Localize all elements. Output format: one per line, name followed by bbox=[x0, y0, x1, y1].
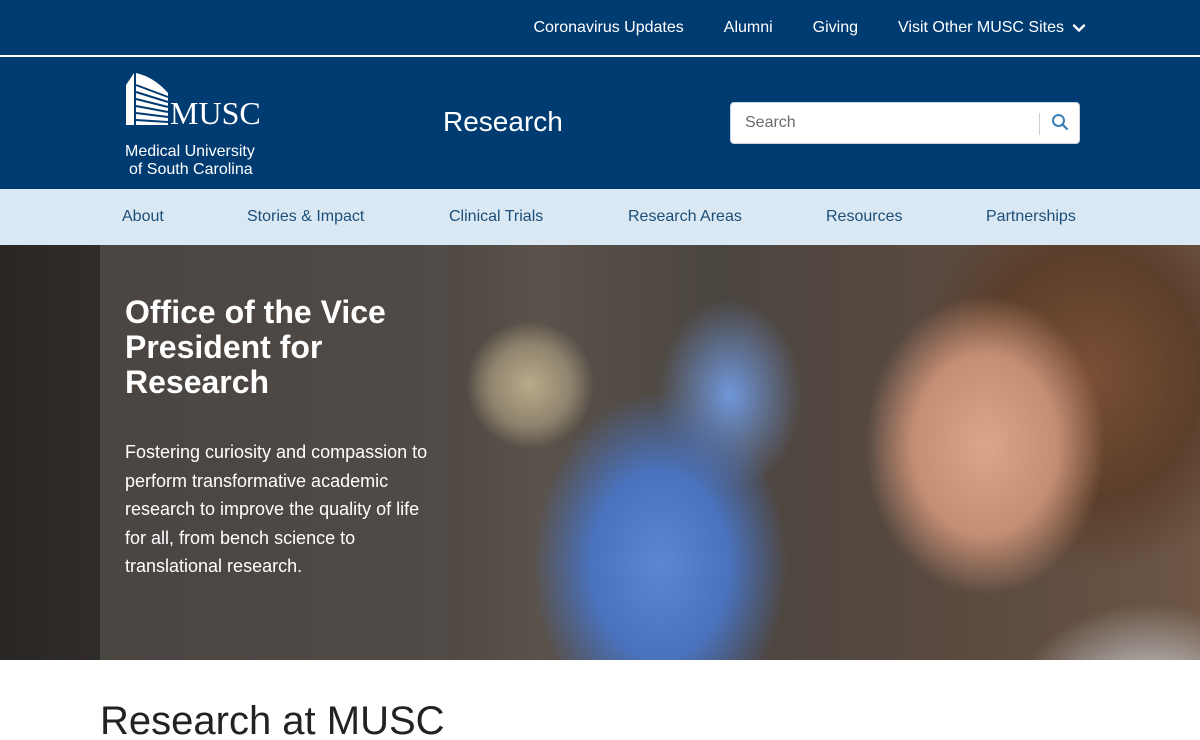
site-title[interactable]: Research bbox=[443, 105, 563, 139]
utility-link-other-sites[interactable]: Visit Other MUSC Sites bbox=[898, 19, 1086, 37]
hero-banner: Office of the Vice President for Researc… bbox=[0, 245, 1200, 660]
main-nav: About Stories & Impact Clinical Trials R… bbox=[0, 189, 1200, 245]
search-icon bbox=[1051, 113, 1069, 136]
search-input[interactable] bbox=[745, 103, 1035, 143]
search-box bbox=[730, 102, 1080, 144]
logo-wordmark: MUSC bbox=[170, 95, 261, 131]
hero-text-panel: Office of the Vice President for Researc… bbox=[100, 245, 450, 660]
utility-link-other-sites-label: Visit Other MUSC Sites bbox=[898, 19, 1064, 36]
nav-item-about[interactable]: About bbox=[122, 189, 164, 245]
search-divider bbox=[1039, 113, 1040, 135]
logo-subtitle-line2: of South Carolina bbox=[129, 161, 253, 178]
utility-nav: Coronavirus Updates Alumni Giving Visit … bbox=[493, 0, 1086, 56]
musc-logo[interactable]: MUSC Medical University of South Carolin… bbox=[124, 71, 274, 178]
chevron-down-icon bbox=[1072, 21, 1086, 35]
nav-item-clinical-trials[interactable]: Clinical Trials bbox=[449, 189, 543, 245]
hero-title: Office of the Vice President for Researc… bbox=[125, 294, 386, 400]
utility-link-coronavirus[interactable]: Coronavirus Updates bbox=[533, 19, 683, 37]
nav-item-resources[interactable]: Resources bbox=[826, 189, 902, 245]
logo-subtitle-line1: Medical University bbox=[125, 143, 255, 160]
nav-item-partnerships[interactable]: Partnerships bbox=[986, 189, 1076, 245]
utility-link-giving[interactable]: Giving bbox=[813, 19, 858, 37]
nav-item-research-areas[interactable]: Research Areas bbox=[628, 189, 742, 245]
building-logo-icon bbox=[124, 71, 170, 125]
site-header: MUSC Medical University of South Carolin… bbox=[0, 57, 1200, 189]
search-button[interactable] bbox=[1043, 107, 1077, 141]
utility-link-alumni[interactable]: Alumni bbox=[724, 19, 773, 37]
hero-description: Fostering curiosity and compassion to pe… bbox=[125, 442, 428, 576]
utility-bar: Coronavirus Updates Alumni Giving Visit … bbox=[0, 0, 1200, 56]
section-heading: Research at MUSC bbox=[100, 699, 445, 740]
nav-item-stories-impact[interactable]: Stories & Impact bbox=[247, 189, 364, 245]
